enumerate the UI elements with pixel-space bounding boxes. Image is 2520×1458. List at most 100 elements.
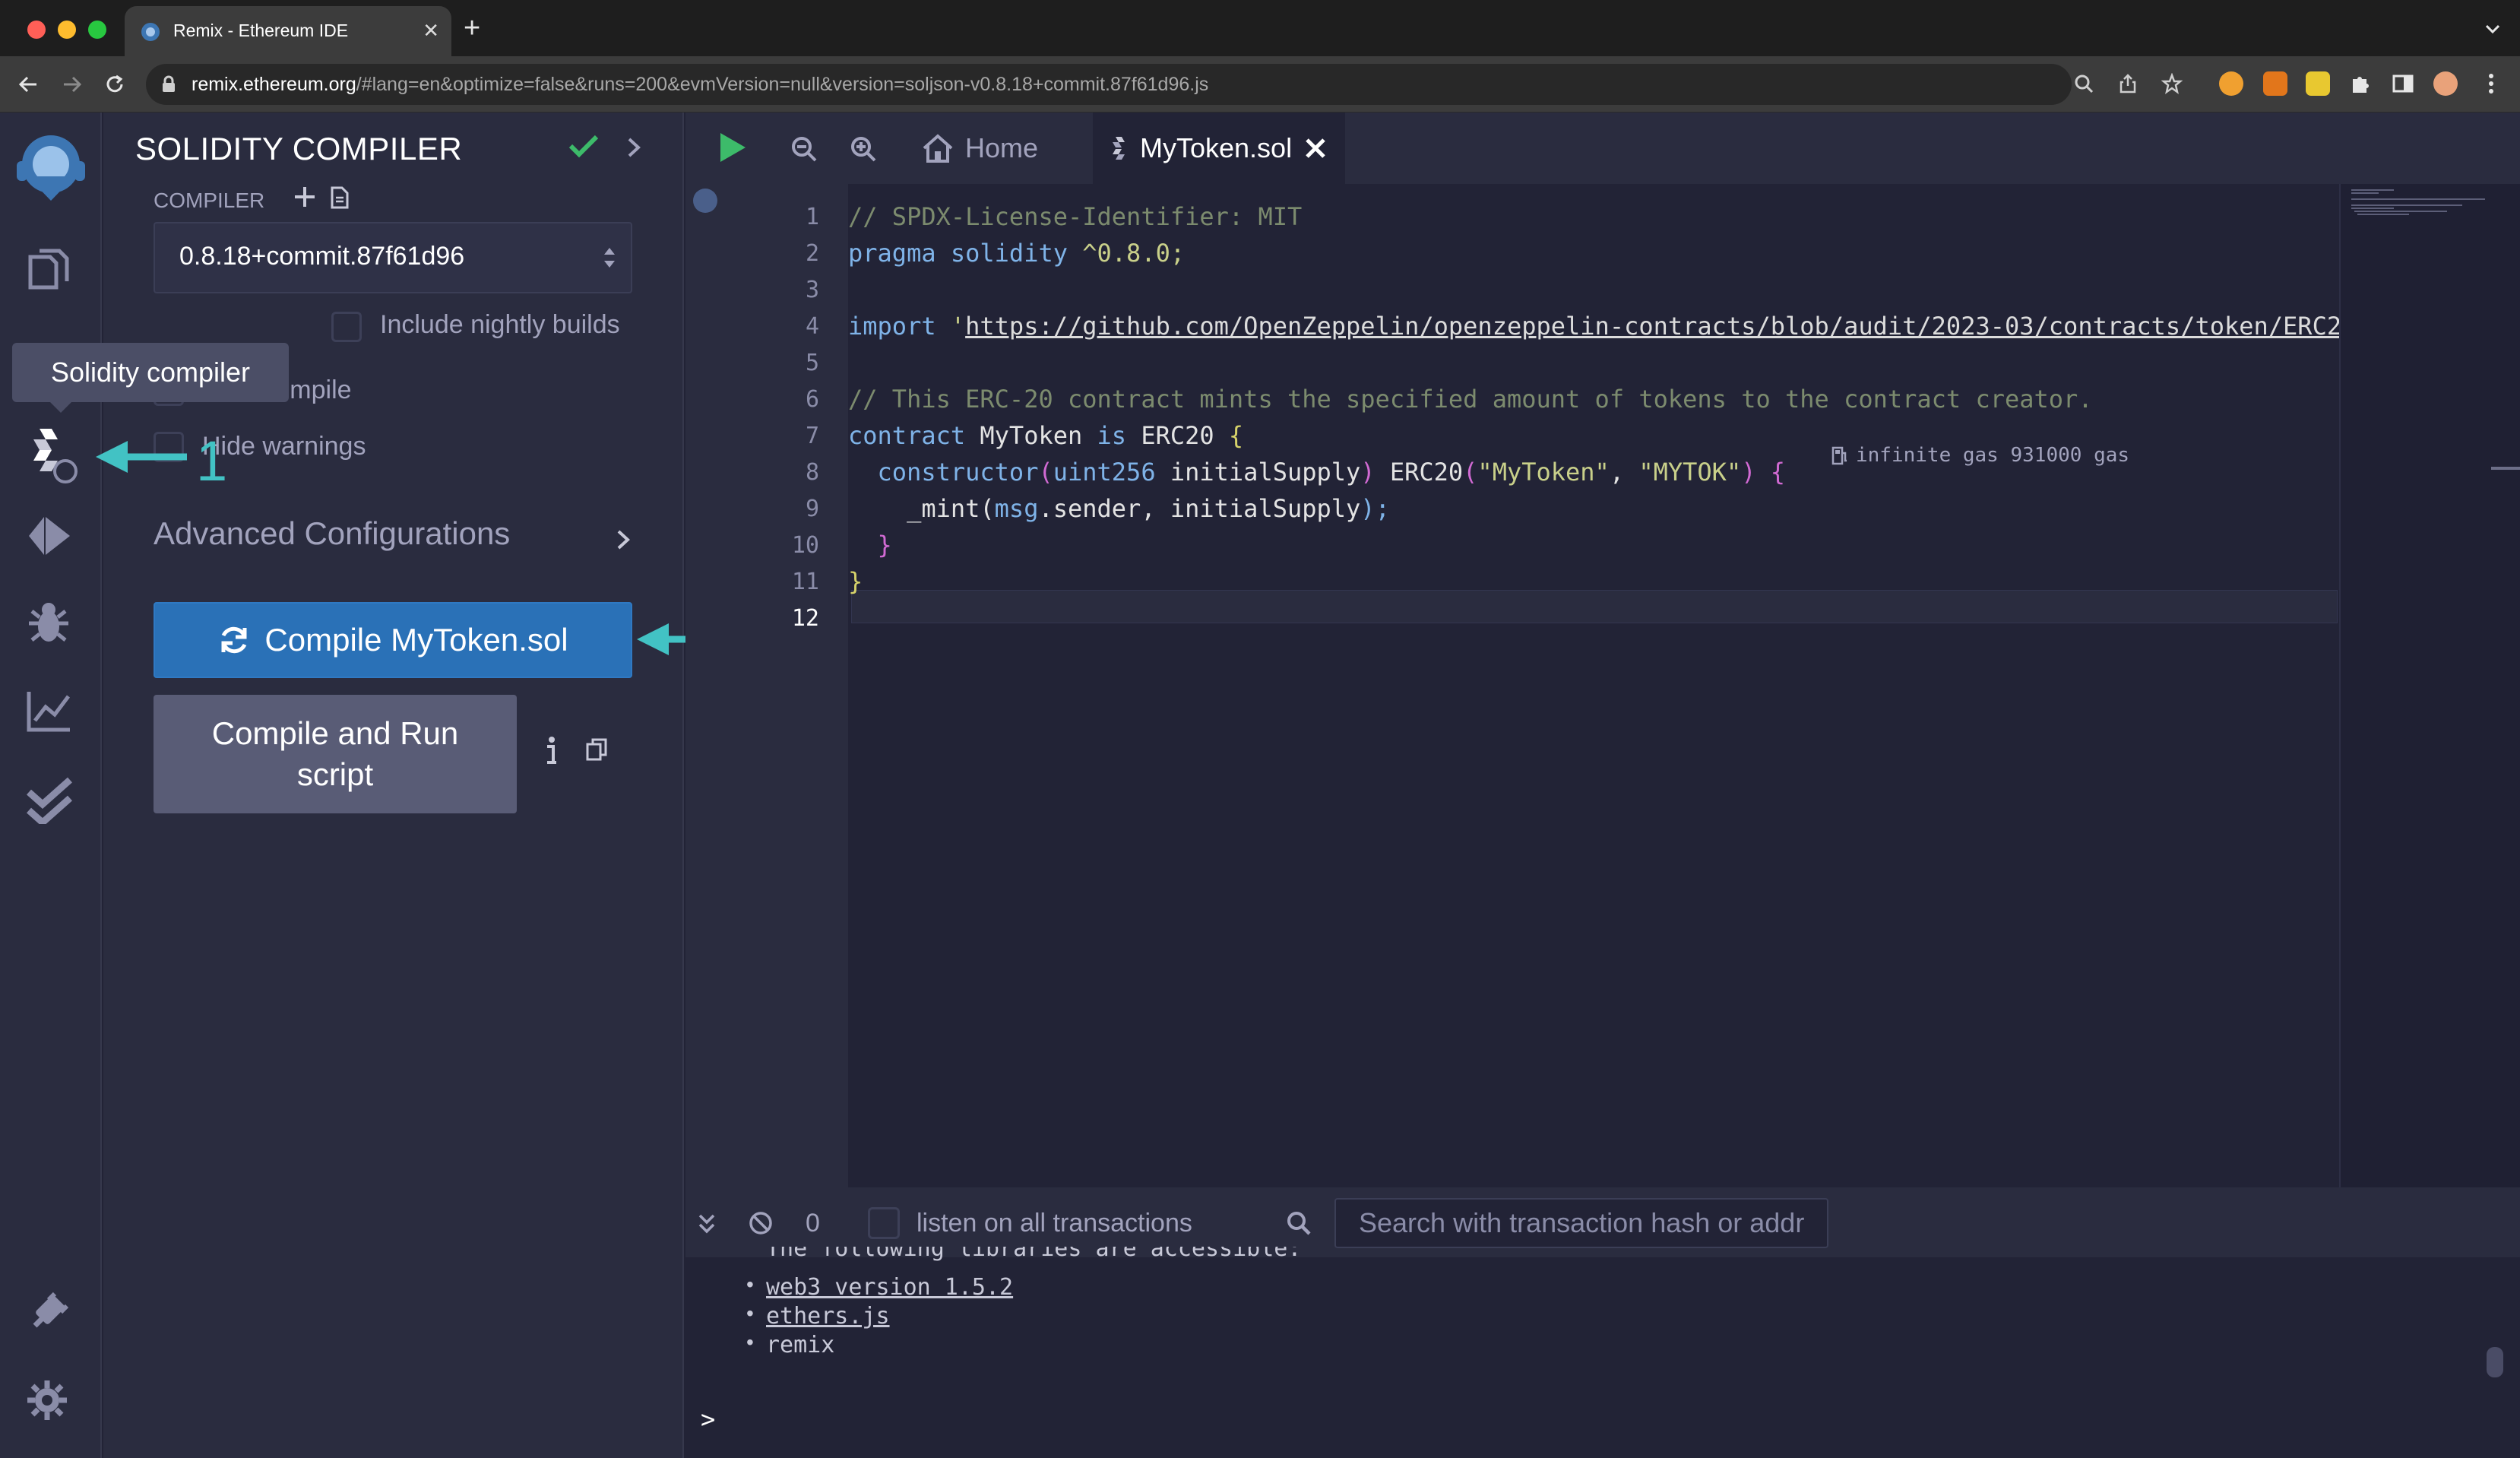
code-minimap[interactable] — [2339, 184, 2520, 1187]
extension-icon[interactable] — [2306, 71, 2330, 96]
tab-mytoken-sol[interactable]: MyToken.sol — [1093, 113, 1345, 184]
code-line: pragma solidity ^0.8.0; — [848, 239, 1186, 268]
line-number: 10 — [791, 532, 819, 559]
copy-icon[interactable] — [585, 737, 608, 762]
url-text: remix.ethereum.org/#lang=en&optimize=fal… — [192, 74, 1209, 95]
deploy-run-icon[interactable] — [26, 512, 73, 559]
line-number: 7 — [805, 423, 819, 449]
code-line: _mint(msg.sender, initialSupply); — [907, 494, 1390, 523]
analytics-icon[interactable] — [26, 689, 73, 733]
ethers-library-link[interactable]: ethers.js — [766, 1303, 890, 1330]
line-number: 9 — [805, 496, 819, 522]
debugger-icon[interactable] — [26, 601, 71, 646]
import-url-link: https://github.com/OpenZeppelin/openzepp… — [965, 312, 2342, 341]
close-window-button[interactable] — [27, 21, 46, 39]
zoom-icon[interactable] — [2073, 73, 2094, 94]
browser-tab-strip: Remix - Ethereum IDE ✕ + — [0, 0, 2520, 56]
solidity-file-icon — [1111, 135, 1128, 161]
panel-title: SOLIDITY COMPILER — [135, 131, 463, 166]
gas-estimate-hint: infinite gas 931000 gas — [1831, 444, 2129, 467]
settings-gear-icon[interactable] — [26, 1379, 68, 1422]
code-line: import 'https://github.com/OpenZeppelin/… — [848, 312, 2342, 341]
compiler-version-select[interactable]: 0.8.18+commit.87f61d96 — [154, 222, 632, 293]
zoom-in-icon[interactable] — [850, 135, 877, 163]
plugin-manager-icon[interactable] — [26, 1289, 71, 1335]
annotation-number-1: 1 — [196, 429, 228, 493]
browser-tab-title: Remix - Ethereum IDE — [173, 21, 349, 40]
line-number: 11 — [791, 569, 819, 595]
hide-panel-chevron-icon[interactable] — [626, 137, 641, 158]
advanced-configurations-toggle[interactable]: Advanced Configurations — [154, 515, 510, 552]
remix-library-item: remix — [766, 1332, 835, 1358]
console-cut-line: The following libraries are accessible: — [766, 1247, 1302, 1262]
url-field[interactable]: remix.ethereum.org/#lang=en&optimize=fal… — [146, 64, 2183, 105]
side-panel: SOLIDITY COMPILER COMPILER 0.8.18+commit… — [103, 113, 684, 1458]
code-line: // SPDX-License-Identifier: MIT — [848, 202, 1303, 231]
code-editor[interactable]: 1 2 3 4 5 6 7 8 9 10 11 12 // SPDX-Licen… — [685, 184, 2341, 1187]
gas-estimate-text: infinite gas 931000 gas — [1856, 444, 2130, 467]
tests-double-check-icon[interactable] — [26, 777, 73, 824]
search-icon — [1286, 1210, 1312, 1236]
select-arrows-icon — [602, 245, 617, 271]
tab-home[interactable]: Home — [921, 113, 1038, 184]
include-nightly-checkbox[interactable] — [331, 312, 362, 342]
line-number: 6 — [805, 386, 819, 413]
compiler-label: COMPILER — [154, 189, 265, 212]
side-panel-icon[interactable] — [2391, 71, 2415, 96]
extension-icon[interactable] — [2219, 71, 2243, 96]
code-line: // This ERC-20 contract mints the specif… — [848, 385, 2093, 414]
chevron-right-icon[interactable] — [616, 529, 631, 550]
code-line: } — [848, 567, 863, 596]
line-number: 3 — [805, 277, 819, 303]
new-tab-button[interactable]: + — [464, 14, 480, 43]
line-number: 2 — [805, 240, 819, 267]
bookmark-star-icon[interactable] — [2161, 73, 2183, 94]
extensions-puzzle-icon[interactable] — [2348, 71, 2373, 96]
zoom-out-icon[interactable] — [790, 135, 818, 163]
remix-logo-icon[interactable] — [11, 131, 91, 204]
metamask-extension-icon[interactable] — [2263, 71, 2287, 96]
compile-success-check-icon — [568, 134, 599, 158]
transaction-search-input[interactable] — [1334, 1198, 1828, 1248]
code-line: constructor(uint256 initialSupply) ERC20… — [877, 458, 1785, 487]
close-tab-icon[interactable] — [1304, 137, 1327, 160]
compile-and-run-label: Compile and Run script — [211, 715, 459, 792]
line-number: 8 — [805, 459, 819, 486]
listen-all-tx-checkbox[interactable] — [868, 1207, 900, 1239]
line-number: 5 — [805, 350, 819, 376]
line-number: 4 — [805, 313, 819, 340]
compiler-docs-icon[interactable] — [330, 185, 350, 210]
reload-button[interactable] — [103, 73, 126, 96]
profile-avatar[interactable] — [2433, 71, 2458, 96]
forward-button[interactable] — [61, 73, 84, 96]
browser-tab[interactable]: Remix - Ethereum IDE ✕ — [125, 6, 451, 56]
terminal-scrollbar[interactable] — [2487, 1347, 2503, 1377]
console-prompt[interactable]: > — [701, 1405, 715, 1434]
tab-search-chevron-icon[interactable] — [2484, 20, 2502, 38]
run-script-play-icon[interactable] — [717, 131, 748, 164]
minimap-scroll-thumb[interactable] — [2491, 467, 2520, 470]
code-line: } — [877, 531, 892, 559]
editor-tab-bar: Home MyToken.sol — [685, 113, 2520, 184]
clear-console-icon[interactable] — [748, 1210, 774, 1236]
address-bar-row: remix.ethereum.org/#lang=en&optimize=fal… — [0, 56, 2520, 113]
refresh-icon — [217, 623, 251, 657]
tab-file-label: MyToken.sol — [1140, 132, 1293, 163]
minimize-window-button[interactable] — [58, 21, 76, 39]
share-icon[interactable] — [2117, 73, 2139, 94]
compile-and-run-button[interactable]: Compile and Run script — [154, 695, 517, 813]
lock-icon[interactable] — [161, 75, 176, 94]
info-icon[interactable] — [546, 736, 558, 766]
browser-menu-icon[interactable] — [2479, 71, 2503, 96]
terminal-panel: 0 listen on all transactions The followi… — [685, 1187, 2520, 1458]
file-explorer-icon[interactable] — [26, 246, 73, 292]
close-tab-icon[interactable]: ✕ — [423, 21, 439, 40]
web3-library-link[interactable]: web3 version 1.5.2 — [766, 1274, 1013, 1301]
editor-area: Home MyToken.sol 1 2 3 4 5 6 7 8 9 10 11… — [685, 113, 2520, 1187]
collapse-terminal-icon[interactable] — [698, 1213, 716, 1235]
maximize-window-button[interactable] — [88, 21, 106, 39]
back-button[interactable] — [17, 73, 40, 96]
compile-button[interactable]: Compile MyToken.sol — [154, 602, 632, 678]
solidity-compiler-icon[interactable] — [26, 424, 79, 485]
add-compiler-icon[interactable] — [293, 185, 316, 208]
